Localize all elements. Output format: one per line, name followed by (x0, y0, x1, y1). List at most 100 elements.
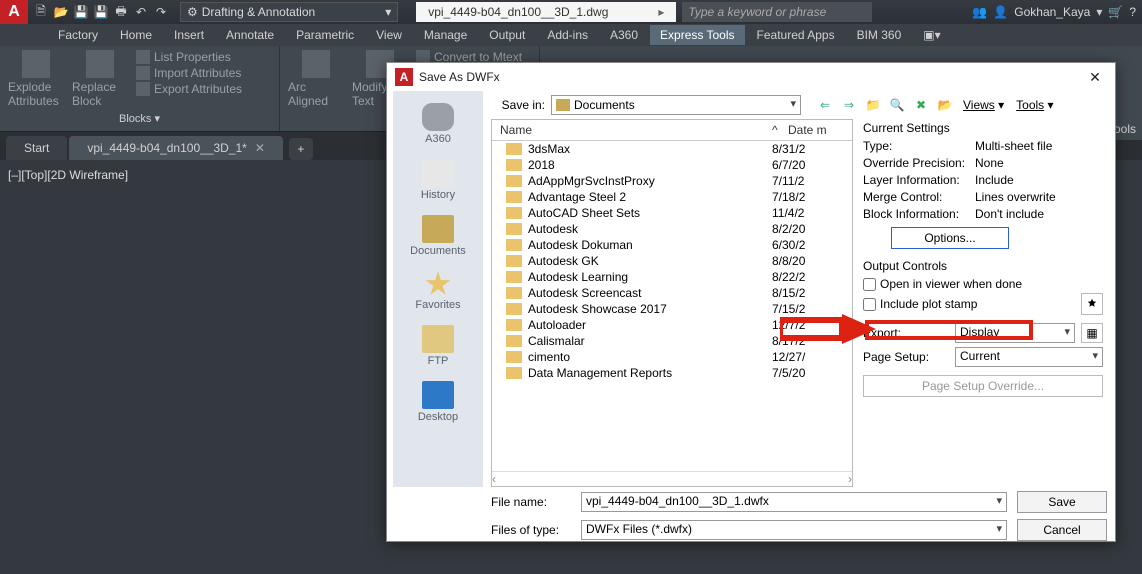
menu-parametric[interactable]: Parametric (286, 25, 364, 45)
plot-stamp-settings-button[interactable]: 🟊 (1081, 293, 1103, 315)
filename-input[interactable]: vpi_4449-b04_dn100__3D_1.dwfx (581, 492, 1007, 512)
file-date: 8/2/20 (772, 222, 844, 236)
file-row[interactable]: Autodesk8/2/20 (492, 221, 852, 237)
search-web-button[interactable]: 🔍 (887, 95, 907, 115)
new-folder-button[interactable]: 📂 (935, 95, 955, 115)
up-button[interactable]: 📁 (863, 95, 883, 115)
menu-view[interactable]: View (366, 25, 412, 45)
menu-bim360[interactable]: BIM 360 (847, 25, 912, 45)
menu-annotate[interactable]: Annotate (216, 25, 284, 45)
place-desktop[interactable]: Desktop (398, 377, 478, 427)
menu-express-tools[interactable]: Express Tools (650, 25, 744, 45)
exchange-icon[interactable]: 🛒 (1108, 5, 1123, 19)
tools-menu[interactable]: Tools ▾ (1012, 98, 1057, 112)
back-button[interactable]: ⇐ (815, 95, 835, 115)
replace-block-button[interactable]: Replace Block (72, 50, 128, 108)
file-date: 8/15/2 (772, 286, 844, 300)
list-properties-button[interactable]: List Properties (136, 50, 242, 64)
signin-icon[interactable]: 👥 (972, 5, 987, 19)
views-menu[interactable]: Views ▾ (959, 98, 1008, 112)
file-row[interactable]: Autodesk Screencast8/15/2 (492, 285, 852, 301)
savein-combo[interactable]: Documents (551, 95, 801, 115)
save-icon[interactable]: 💾 (72, 3, 90, 21)
undo-icon[interactable]: ↶ (132, 3, 150, 21)
col-date[interactable]: Date m (780, 120, 852, 140)
help-icon[interactable]: ? (1129, 5, 1136, 19)
tab-start[interactable]: Start (6, 136, 67, 160)
dialog-titlebar: A Save As DWFx ✕ (387, 63, 1115, 91)
ribbon-focus-icon[interactable]: ▣▾ (913, 25, 950, 45)
file-row[interactable]: AdAppMgrSvcInstProxy7/11/2 (492, 173, 852, 189)
place-history[interactable]: History (398, 155, 478, 205)
place-documents[interactable]: Documents (398, 211, 478, 261)
tab-document[interactable]: vpi_4449-b04_dn100__3D_1*✕ (69, 136, 283, 160)
file-row[interactable]: Autoloader12/7/2 (492, 317, 852, 333)
file-row[interactable]: Autodesk GK8/8/20 (492, 253, 852, 269)
menu-addins[interactable]: Add-ins (537, 25, 598, 45)
file-row[interactable]: cimento12/27/ (492, 349, 852, 365)
user-icon[interactable]: 👤 (993, 5, 1008, 19)
user-name[interactable]: Gokhan_Kaya (1014, 5, 1090, 19)
explode-attributes-button[interactable]: Explode Attributes (8, 50, 64, 108)
plot-icon[interactable]: 🖶 (112, 3, 130, 21)
panel-title[interactable]: Blocks ▾ (8, 110, 271, 127)
file-row[interactable]: Data Management Reports7/5/20 (492, 365, 852, 381)
window-select-button[interactable]: ▦ (1081, 323, 1103, 343)
file-date: 8/31/2 (772, 142, 844, 156)
export-combo[interactable]: Display (955, 323, 1075, 343)
file-name: Autodesk GK (528, 254, 772, 268)
forward-button[interactable]: ⇒ (839, 95, 859, 115)
file-row[interactable]: Autodesk Learning8/22/2 (492, 269, 852, 285)
user-area: 👥 👤 Gokhan_Kaya ▾ 🛒 ? (972, 5, 1136, 19)
chevron-down-icon[interactable]: ▾ (1096, 5, 1102, 19)
file-date: 12/7/2 (772, 318, 844, 332)
place-ftp[interactable]: FTP (398, 321, 478, 371)
page-setup-combo[interactable]: Current (955, 347, 1103, 367)
file-list[interactable]: Name ^ Date m 3dsMax8/31/220186/7/20AdAp… (491, 119, 853, 487)
menu-a360[interactable]: A360 (600, 25, 648, 45)
export-attributes-button[interactable]: Export Attributes (136, 82, 242, 96)
menu-home[interactable]: Home (110, 25, 162, 45)
save-button[interactable]: Save (1017, 491, 1107, 513)
col-name[interactable]: Name (492, 120, 764, 140)
saveas-icon[interactable]: 💾 (92, 3, 110, 21)
arc-aligned-button[interactable]: Arc Aligned (288, 50, 344, 108)
import-attributes-button[interactable]: Import Attributes (136, 66, 242, 80)
app-logo[interactable]: A (0, 0, 28, 24)
h-scrollbar[interactable]: ‹› (492, 471, 852, 486)
open-in-viewer-checkbox[interactable] (863, 278, 876, 291)
filetype-combo[interactable]: DWFx Files (*.dwfx) (581, 520, 1007, 540)
open-icon[interactable]: 📂 (52, 3, 70, 21)
chevron-right-icon[interactable]: ▸ (658, 5, 664, 19)
a360-icon (422, 103, 454, 131)
file-list-header[interactable]: Name ^ Date m (492, 120, 852, 141)
place-favorites[interactable]: Favorites (398, 267, 478, 315)
cancel-button[interactable]: Cancel (1017, 519, 1107, 541)
include-plot-stamp-checkbox[interactable] (863, 298, 876, 311)
menu-manage[interactable]: Manage (414, 25, 477, 45)
new-tab-button[interactable]: + (289, 138, 313, 160)
new-icon[interactable]: 🗎 (32, 3, 50, 21)
delete-button[interactable]: ✖ (911, 95, 931, 115)
file-row[interactable]: Calismalar8/17/2 (492, 333, 852, 349)
file-row[interactable]: AutoCAD Sheet Sets11/4/2 (492, 205, 852, 221)
redo-icon[interactable]: ↷ (152, 3, 170, 21)
close-button[interactable]: ✕ (1083, 65, 1107, 89)
folder-icon (506, 159, 522, 171)
place-a360[interactable]: A360 (398, 99, 478, 149)
file-row[interactable]: Autodesk Showcase 20177/15/2 (492, 301, 852, 317)
file-row[interactable]: 20186/7/20 (492, 157, 852, 173)
folder-icon (506, 191, 522, 203)
menu-factory[interactable]: Factory (48, 25, 108, 45)
menu-output[interactable]: Output (479, 25, 535, 45)
workspace-combo[interactable]: ⚙ Drafting & Annotation ▾ (180, 2, 398, 22)
file-row[interactable]: 3dsMax8/31/2 (492, 141, 852, 157)
file-row[interactable]: Autodesk Dokuman6/30/2 (492, 237, 852, 253)
close-icon[interactable]: ✕ (255, 141, 265, 155)
menu-featured-apps[interactable]: Featured Apps (747, 25, 845, 45)
document-title: vpi_4449-b04_dn100__3D_1.dwg (428, 5, 608, 19)
menu-insert[interactable]: Insert (164, 25, 214, 45)
help-search-input[interactable]: Type a keyword or phrase (682, 2, 872, 22)
options-button[interactable]: Options... (891, 227, 1009, 249)
file-row[interactable]: Advantage Steel 27/18/2 (492, 189, 852, 205)
